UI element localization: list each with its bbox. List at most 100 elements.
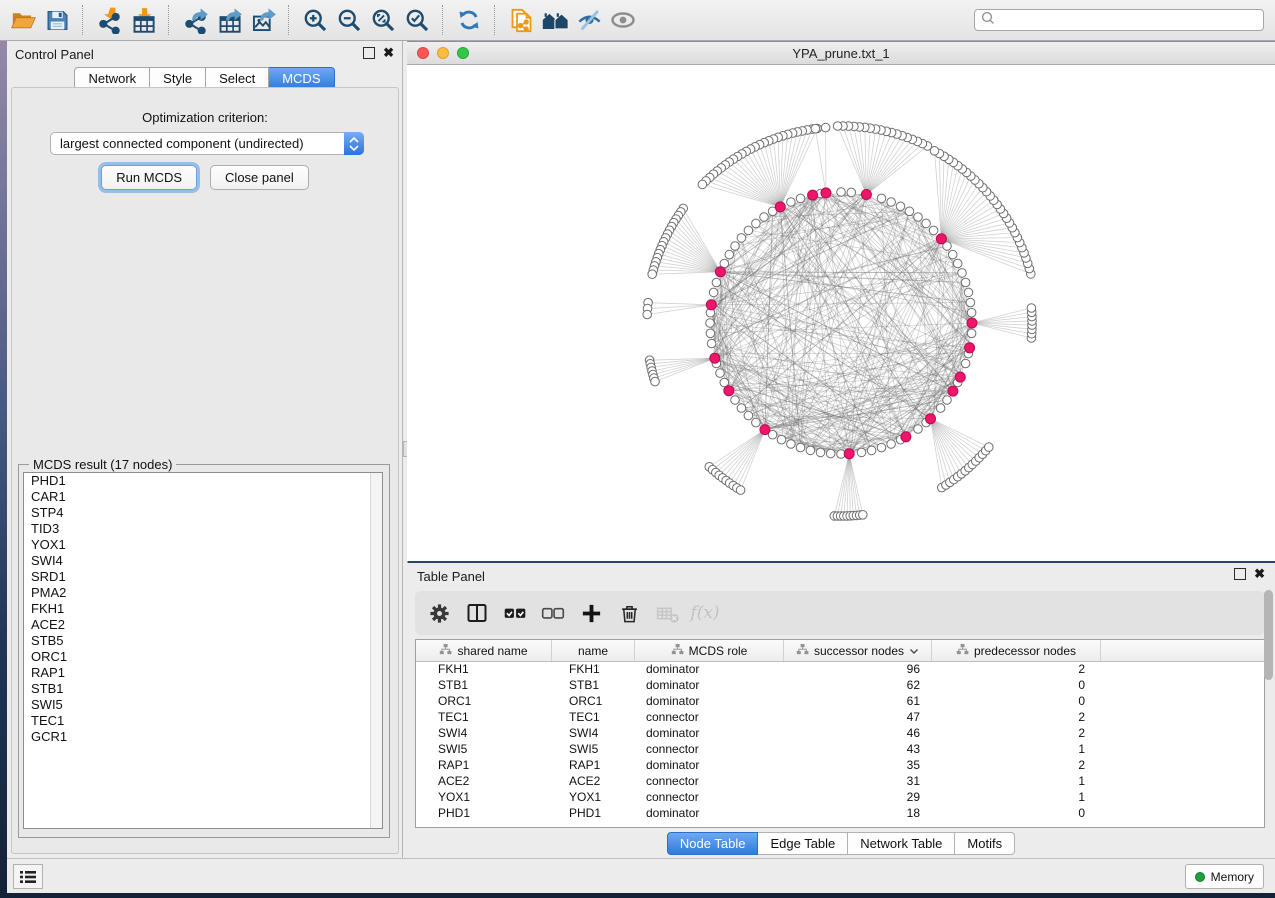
mcds-result-item[interactable]: SRD1	[24, 569, 382, 585]
show-all-button[interactable]	[606, 3, 640, 37]
mcds-result-item[interactable]: SWI5	[24, 697, 382, 713]
network-node[interactable]	[731, 396, 740, 405]
tab-edge-table[interactable]: Edge Table	[758, 832, 848, 855]
mcds-dominator-node[interactable]	[715, 267, 725, 277]
network-node[interactable]	[648, 270, 657, 279]
network-node[interactable]	[787, 440, 796, 449]
mcds-result-item[interactable]: ORC1	[24, 649, 382, 665]
network-node[interactable]	[787, 198, 796, 207]
table-row[interactable]: ACE2ACE2connector311	[416, 774, 1264, 790]
mcds-result-item[interactable]: ACE2	[24, 617, 382, 633]
export-network-button[interactable]	[178, 3, 212, 37]
network-node[interactable]	[826, 449, 835, 458]
column-header-shared-name[interactable]: shared name	[416, 640, 552, 661]
network-node[interactable]	[914, 213, 923, 222]
mcds-dominator-node[interactable]	[955, 372, 965, 382]
network-node[interactable]	[752, 418, 761, 427]
column-header-MCDS-role[interactable]: MCDS role	[635, 640, 784, 661]
mcds-dominator-node[interactable]	[710, 353, 720, 363]
mcds-result-item[interactable]: STB5	[24, 633, 382, 649]
table-settings-button[interactable]	[423, 597, 455, 629]
column-header-name[interactable]: name	[552, 640, 635, 661]
network-node[interactable]	[821, 123, 830, 132]
search-box[interactable]	[974, 9, 1264, 31]
network-node[interactable]	[1027, 304, 1036, 313]
network-node[interactable]	[796, 443, 805, 452]
network-node[interactable]	[914, 425, 923, 434]
mcds-result-list[interactable]: PHD1CAR1STP4TID3YOX1SWI4SRD1PMA2FKH1ACE2…	[23, 472, 383, 829]
network-node[interactable]	[744, 411, 753, 420]
open-session-button[interactable]	[6, 3, 40, 37]
zoom-out-button[interactable]	[332, 3, 366, 37]
maximize-window-icon[interactable]	[457, 47, 469, 59]
tab-network-table[interactable]: Network Table	[848, 832, 955, 855]
network-node[interactable]	[712, 278, 721, 287]
network-node[interactable]	[922, 219, 931, 228]
mcds-result-item[interactable]: PHD1	[24, 473, 382, 489]
network-node[interactable]	[698, 180, 707, 189]
mcds-list-scrollbar[interactable]	[370, 473, 382, 828]
mcds-dominator-node[interactable]	[967, 318, 977, 328]
network-node[interactable]	[961, 359, 970, 368]
close-panel-button[interactable]: Close panel	[210, 165, 309, 190]
network-node[interactable]	[706, 329, 715, 338]
network-node[interactable]	[930, 147, 939, 156]
network-node[interactable]	[706, 319, 715, 328]
zoom-in-button[interactable]	[298, 3, 332, 37]
network-node[interactable]	[964, 288, 973, 297]
mcds-result-item[interactable]: SWI4	[24, 553, 382, 569]
table-row[interactable]: ORC1ORC1dominator610	[416, 694, 1264, 710]
mcds-dominator-node[interactable]	[926, 414, 936, 424]
column-header-successor-nodes[interactable]: successor nodes	[784, 640, 932, 661]
network-canvas[interactable]	[407, 65, 1275, 561]
network-node[interactable]	[731, 242, 740, 251]
search-input[interactable]	[996, 12, 1263, 28]
mcds-result-item[interactable]: TEC1	[24, 713, 382, 729]
network-node[interactable]	[887, 198, 896, 207]
network-node[interactable]	[936, 404, 945, 413]
run-mcds-button[interactable]: Run MCDS	[101, 165, 197, 190]
mcds-dominator-node[interactable]	[861, 190, 871, 200]
hide-columns-button[interactable]	[537, 597, 569, 629]
network-node[interactable]	[967, 308, 976, 317]
network-node[interactable]	[725, 250, 734, 259]
import-network-button[interactable]	[92, 3, 126, 37]
network-node[interactable]	[752, 219, 761, 228]
refresh-layout-button[interactable]	[452, 3, 486, 37]
network-node[interactable]	[737, 404, 746, 413]
network-node[interactable]	[958, 269, 967, 278]
table-row[interactable]: RAP1RAP1dominator352	[416, 758, 1264, 774]
optimization-criterion-select[interactable]: largest connected component (undirected)	[50, 132, 364, 155]
network-node[interactable]	[716, 369, 725, 378]
table-row[interactable]: STB1STB1dominator620	[416, 678, 1264, 694]
close-window-icon[interactable]	[417, 47, 429, 59]
network-node[interactable]	[796, 194, 805, 203]
network-node[interactable]	[737, 234, 746, 243]
network-node[interactable]	[948, 250, 957, 259]
network-node[interactable]	[847, 188, 856, 197]
network-node[interactable]	[857, 448, 866, 457]
mcds-result-item[interactable]: CAR1	[24, 489, 382, 505]
close-panel-icon[interactable]: ✖	[383, 48, 394, 58]
network-node[interactable]	[816, 448, 825, 457]
network-node[interactable]	[896, 202, 905, 211]
column-header-predecessor-nodes[interactable]: predecessor nodes	[932, 640, 1101, 661]
mcds-dominator-node[interactable]	[760, 425, 770, 435]
table-scrollbar[interactable]	[1264, 588, 1273, 748]
mcds-dominator-node[interactable]	[844, 449, 854, 459]
minimize-window-icon[interactable]	[437, 47, 449, 59]
network-node[interactable]	[777, 435, 786, 444]
task-history-button[interactable]	[13, 864, 43, 889]
network-node[interactable]	[961, 278, 970, 287]
network-node[interactable]	[651, 377, 660, 386]
network-node[interactable]	[837, 188, 846, 197]
create-column-button[interactable]	[575, 597, 607, 629]
close-table-panel-icon[interactable]: ✖	[1254, 569, 1265, 579]
mcds-result-item[interactable]: TID3	[24, 521, 382, 537]
mcds-dominator-node[interactable]	[724, 386, 734, 396]
table-row[interactable]: SWI5SWI5connector431	[416, 742, 1264, 758]
save-session-button[interactable]	[40, 3, 74, 37]
network-node[interactable]	[985, 443, 994, 452]
float-panel-icon[interactable]	[363, 47, 375, 59]
mcds-dominator-node[interactable]	[821, 188, 831, 198]
